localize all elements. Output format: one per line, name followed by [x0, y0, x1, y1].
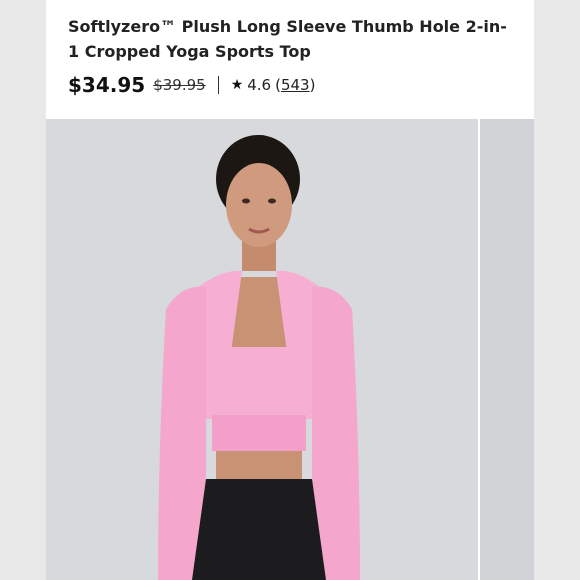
price-rating-divider	[217, 76, 219, 94]
review-count: 543	[280, 76, 310, 94]
product-title[interactable]: Softlyzero™ Plush Long Sleeve Thumb Hole…	[68, 14, 512, 64]
review-close-paren: )	[309, 76, 316, 94]
price-row: $34.95 $39.95 ★ 4.6 (543)	[68, 72, 512, 98]
star-icon: ★	[230, 77, 244, 93]
review-count-link[interactable]: (543)	[275, 76, 315, 94]
product-card: Softlyzero™ Plush Long Sleeve Thumb Hole…	[46, 0, 534, 580]
product-info: Softlyzero™ Plush Long Sleeve Thumb Hole…	[46, 0, 534, 104]
original-price: $39.95	[153, 76, 206, 94]
product-image-gallery[interactable]	[46, 119, 534, 580]
product-photo[interactable]	[46, 119, 476, 580]
rating-value: 4.6	[247, 76, 272, 94]
current-price: $34.95	[68, 73, 146, 97]
next-image-preview[interactable]	[478, 119, 534, 580]
model-illustration	[46, 119, 476, 580]
